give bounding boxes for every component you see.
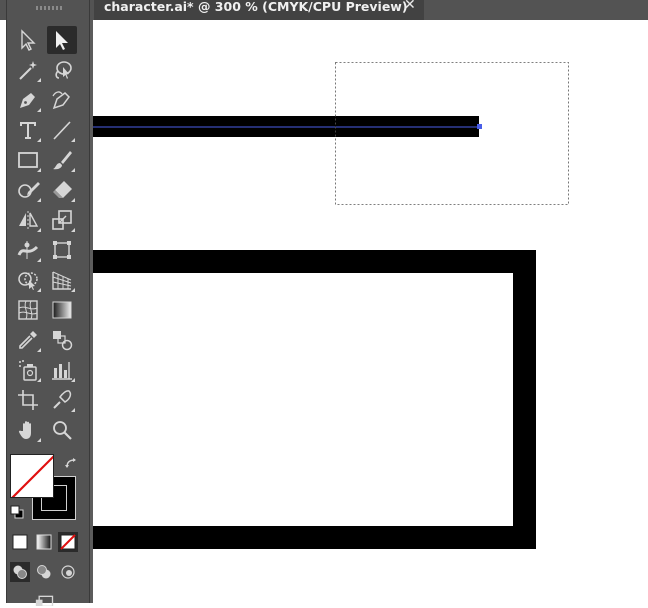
pen-tool-button[interactable] [13, 86, 43, 114]
artwork [92, 62, 569, 549]
curvature-tool-button[interactable] [47, 86, 77, 114]
mesh-icon [18, 300, 38, 320]
gradient-swatch-icon [36, 534, 52, 550]
magic-wand-tool-button[interactable] [13, 56, 43, 84]
screen-mode-icon[interactable] [35, 588, 55, 608]
slice-tool-button[interactable] [47, 386, 77, 414]
blend-icon [53, 331, 73, 351]
hand-tool-button[interactable] [13, 416, 43, 444]
anchor-point-handle [477, 124, 482, 129]
none-fill-slash-icon [11, 455, 53, 497]
reflect-tool-button[interactable] [13, 206, 43, 234]
none-mode-button[interactable] [58, 532, 78, 552]
perspective-grid-tool-button[interactable] [47, 266, 77, 294]
draw-behind-button[interactable] [34, 562, 54, 582]
gradient-mode-button[interactable] [34, 532, 54, 552]
artboard-tool-button[interactable] [13, 386, 43, 414]
free-transform-icon [53, 241, 71, 259]
scale-tool-button[interactable] [47, 206, 77, 234]
document-tab[interactable]: character.ai* @ 300 % (CMYK/CPU Preview)… [94, 0, 424, 20]
eyedropper-tool-button[interactable] [13, 326, 43, 354]
arrow-solid-icon [56, 31, 68, 50]
gradient-icon [52, 301, 72, 319]
direct-selection-tool-button[interactable] [47, 26, 77, 54]
canvas-gutter [90, 20, 93, 603]
magnifier-icon [53, 421, 72, 440]
tools-panel [6, 0, 90, 606]
width-tool-button[interactable] [13, 236, 43, 264]
artboard-canvas[interactable] [92, 20, 648, 603]
color-mode-button[interactable] [10, 532, 30, 552]
selection-tool-button[interactable] [13, 26, 43, 54]
fill-color-swatch[interactable] [10, 454, 54, 498]
lasso-icon [55, 61, 72, 79]
zoom-tool-button[interactable] [47, 416, 77, 444]
free-transform-tool-button[interactable] [47, 236, 77, 264]
type-tool-button[interactable] [13, 116, 43, 144]
mesh-tool-button[interactable] [13, 296, 43, 324]
solid-color-icon [12, 534, 28, 550]
black-stroke-rectangle [92, 250, 536, 549]
shape-builder-tool-button[interactable] [13, 266, 43, 294]
default-fill-stroke-icon[interactable] [7, 502, 27, 522]
line-segment-tool-button[interactable] [47, 116, 77, 144]
symbol-sprayer-tool-button[interactable] [13, 356, 43, 384]
draw-inside-icon [61, 565, 75, 579]
swap-fill-stroke-icon[interactable] [62, 454, 82, 474]
draw-normal-button[interactable] [10, 562, 30, 582]
gradient-tool-button[interactable] [47, 296, 77, 324]
curvature-pen-icon [52, 91, 70, 110]
document-tab-title: character.ai* @ 300 % (CMYK/CPU Preview) [104, 0, 408, 14]
shaper-tool-button[interactable] [13, 176, 43, 204]
draw-behind-icon [37, 565, 51, 579]
artboard-icon [18, 390, 38, 410]
paintbrush-tool-button[interactable] [47, 146, 77, 174]
draw-normal-icon [13, 565, 27, 579]
column-graph-tool-button[interactable] [47, 356, 77, 384]
blend-tool-button[interactable] [47, 326, 77, 354]
eraser-tool-button[interactable] [47, 176, 77, 204]
draw-inside-button[interactable] [58, 562, 78, 582]
panel-grip[interactable] [36, 6, 62, 10]
arrow-outline-icon [21, 29, 36, 51]
rectangle-tool-button[interactable] [13, 146, 43, 174]
close-tab-icon[interactable]: ✕ [404, 0, 416, 12]
lasso-tool-button[interactable] [47, 56, 77, 84]
none-swatch-icon [60, 534, 76, 550]
